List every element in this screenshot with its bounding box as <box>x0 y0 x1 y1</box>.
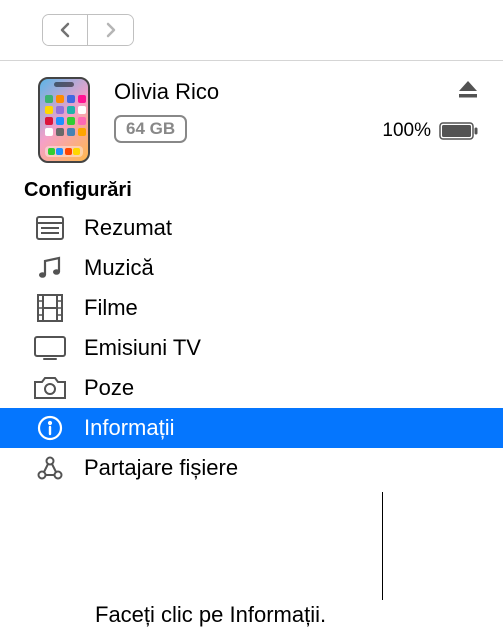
sidebar-item-label: Muzică <box>84 255 154 281</box>
device-header: Olivia Rico 64 GB 100% <box>0 61 503 169</box>
device-thumbnail <box>38 77 90 163</box>
sidebar-list: Rezumat Muzică Filme Emisiuni TV Poze In… <box>0 208 503 488</box>
eject-button[interactable] <box>457 79 479 104</box>
sidebar-item-label: Rezumat <box>84 215 172 241</box>
sidebar-item-music[interactable]: Muzică <box>0 248 503 288</box>
sidebar-item-summary[interactable]: Rezumat <box>0 208 503 248</box>
callout-text: Faceți clic pe Informații. <box>95 602 326 628</box>
sidebar-item-label: Poze <box>84 375 134 401</box>
sidebar-item-photos[interactable]: Poze <box>0 368 503 408</box>
summary-icon <box>34 214 66 242</box>
battery-percent: 100% <box>382 120 431 142</box>
apps-icon <box>34 454 66 482</box>
toolbar <box>0 0 503 61</box>
sidebar-item-file-sharing[interactable]: Partajare fișiere <box>0 448 503 488</box>
sidebar-item-label: Informații <box>84 415 174 441</box>
sidebar-item-tv[interactable]: Emisiuni TV <box>0 328 503 368</box>
camera-icon <box>34 374 66 402</box>
info-icon <box>34 414 66 442</box>
sidebar-item-label: Partajare fișiere <box>84 455 238 481</box>
tv-icon <box>34 334 66 362</box>
chevron-left-icon <box>58 21 72 39</box>
sidebar-item-info[interactable]: Informații <box>0 408 503 448</box>
callout-line <box>382 492 383 600</box>
sidebar-item-label: Filme <box>84 295 138 321</box>
nav-buttons-group <box>42 14 134 46</box>
battery-status: 100% <box>382 120 479 142</box>
chevron-right-icon <box>104 21 118 39</box>
sidebar-item-label: Emisiuni TV <box>84 335 201 361</box>
music-icon <box>34 254 66 282</box>
back-button[interactable] <box>43 15 88 45</box>
sidebar-item-movies[interactable]: Filme <box>0 288 503 328</box>
eject-icon <box>457 79 479 99</box>
film-icon <box>34 294 66 322</box>
device-name: Olivia Rico <box>114 79 219 105</box>
sidebar-heading: Configurări <box>0 169 503 208</box>
storage-badge: 64 GB <box>114 115 187 143</box>
forward-button[interactable] <box>88 15 133 45</box>
battery-icon <box>439 122 479 140</box>
